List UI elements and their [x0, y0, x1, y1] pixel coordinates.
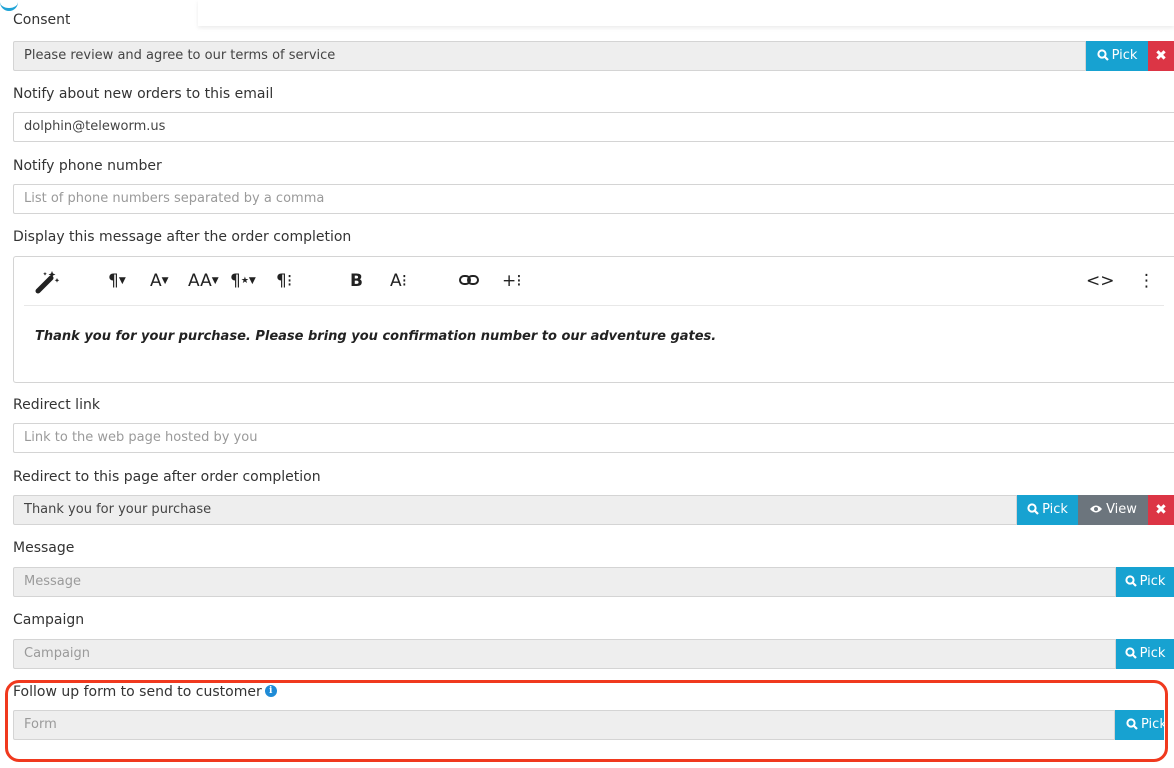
close-icon: ✖	[1155, 502, 1167, 518]
rich-text-editor[interactable]: ¶▼ A▼ AA▼ ¶★▼ ¶⁝ B A⁝ +⁝ <> ⋮ Thank you …	[13, 256, 1174, 383]
consent-field: Please review and agree to our terms of …	[13, 41, 1086, 71]
notify-phone-input[interactable]: List of phone numbers separated by a com…	[13, 184, 1174, 214]
search-icon	[1124, 646, 1137, 659]
consent-value: Please review and agree to our terms of …	[24, 48, 336, 63]
code-view-icon[interactable]: <>	[1086, 269, 1115, 293]
eye-icon	[1090, 505, 1103, 512]
search-icon	[1096, 48, 1109, 61]
redirect-page-label: Redirect to this page after order comple…	[13, 469, 321, 485]
top-header-bar	[198, 0, 1174, 26]
redirect-page-field: Thank you for your purchase	[13, 495, 1017, 525]
magic-wand-icon[interactable]	[34, 269, 60, 294]
editor-toolbar: ¶▼ A▼ AA▼ ¶★▼ ¶⁝ B A⁝ +⁝ <> ⋮	[24, 257, 1164, 306]
redirect-link-input[interactable]: Link to the web page hosted by you	[13, 423, 1174, 453]
redirect-page-clear-button[interactable]: ✖	[1148, 495, 1174, 525]
message-label: Message	[13, 540, 75, 556]
font-size-dropdown[interactable]: AA▼	[188, 269, 219, 293]
font-family-dropdown[interactable]: A▼	[150, 269, 169, 293]
search-icon	[1027, 502, 1039, 515]
completion-message-label: Display this message after the order com…	[13, 229, 352, 245]
consent-pick-button[interactable]: Pick	[1086, 41, 1148, 71]
consent-label: Consent	[13, 12, 71, 28]
more-text-button[interactable]: A⁝	[390, 269, 407, 293]
logo-icon	[0, 0, 18, 11]
campaign-pick-button[interactable]: Pick	[1116, 639, 1174, 669]
more-misc-icon[interactable]: ⋮	[1138, 269, 1155, 293]
notify-phone-label: Notify phone number	[13, 158, 162, 174]
insert-link-icon[interactable]	[458, 269, 480, 293]
consent-clear-button[interactable]: ✖	[1148, 41, 1174, 71]
campaign-label: Campaign	[13, 612, 85, 628]
redirect-page-view-button[interactable]: View	[1078, 495, 1148, 525]
more-insert-button[interactable]: +⁝	[502, 269, 522, 293]
message-pick-button[interactable]: Pick	[1116, 567, 1174, 597]
paragraph-style-dropdown[interactable]: ¶★▼	[230, 269, 256, 293]
editor-content[interactable]: Thank you for your purchase. Please brin…	[35, 329, 716, 344]
close-icon: ✖	[1155, 48, 1167, 64]
paragraph-format-dropdown[interactable]: ¶▼	[108, 269, 126, 293]
notify-email-input[interactable]: dolphin@teleworm.us	[13, 112, 1174, 142]
campaign-field: Campaign	[13, 639, 1116, 669]
search-icon	[1124, 574, 1137, 587]
message-field: Message	[13, 567, 1116, 597]
more-paragraph-button[interactable]: ¶⁝	[276, 269, 292, 293]
redirect-link-label: Redirect link	[13, 397, 100, 413]
notify-email-label: Notify about new orders to this email	[13, 86, 274, 102]
bold-button[interactable]: B	[350, 269, 363, 293]
highlight-annotation	[5, 680, 1168, 762]
redirect-page-pick-button[interactable]: Pick	[1017, 495, 1078, 525]
